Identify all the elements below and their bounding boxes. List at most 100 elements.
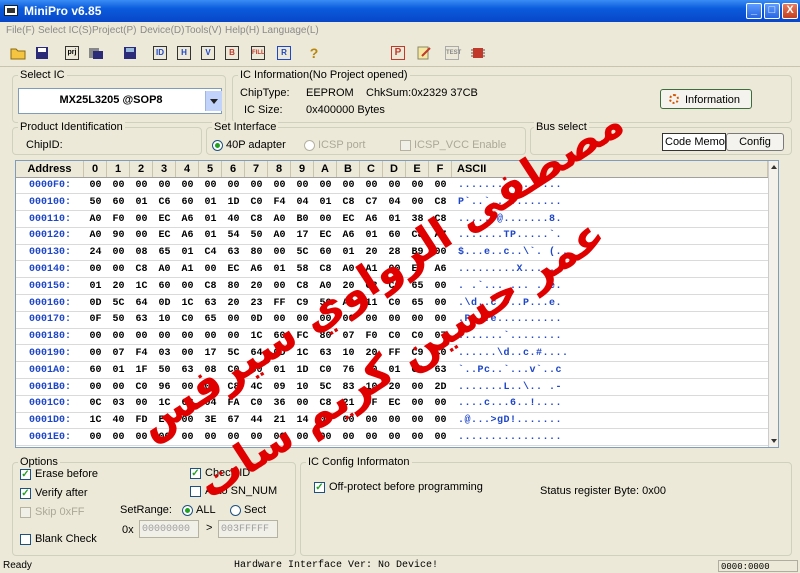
hex-byte-cell[interactable]: A0 [268,230,291,241]
hex-row[interactable]: 000140: 00 00 C8 A0 A1 00 EC A6 01 58 C8 A0 A1 00 EC A6.… [16,262,768,279]
id-icon[interactable]: H [174,43,194,63]
fill-icon[interactable]: FILL [248,43,268,63]
save-project-icon[interactable]: prj [62,43,82,63]
hex-byte-cell[interactable]: 04 [383,197,406,208]
hex-byte-cell[interactable]: A1 [176,264,199,275]
hex-row[interactable]: 000150: 01 20 1C 60 00 C8 80 20 00 C8 A0 20 C2 C0 65 00.… [16,279,768,296]
hex-byte-cell[interactable]: C0 [222,365,245,376]
hex-row[interactable]: 000130: 24 00 08 65 01 C4 63 80 00 5C 60 01 20 28 B9 00 $… [16,245,768,262]
hex-byte-cell[interactable]: 00 [406,382,429,393]
hex-byte-cell[interactable]: A6 [360,214,383,225]
hex-byte-cell[interactable]: 00 [268,281,291,292]
hex-byte-cell[interactable]: 0D [153,298,176,309]
edit-icon[interactable] [414,43,434,63]
hex-row[interactable]: 0001D0: 1C 40 FD E4 00 3E 67 44 21 14 00 00 00 00 00 00.… [16,413,768,430]
hex-byte-cell[interactable]: 00 [153,331,176,342]
hex-byte-cell[interactable]: B0 [291,214,314,225]
hex-byte-cell[interactable]: 50 [107,314,130,325]
hex-byte-cell[interactable]: C8 [337,197,360,208]
icsp-vcc-checkbox[interactable] [400,140,411,151]
hex-byte-cell[interactable]: 38 [406,214,429,225]
hex-byte-cell[interactable]: 00 [199,432,222,443]
hex-byte-cell[interactable]: 00 [130,432,153,443]
hex-byte-cell[interactable]: EC [406,264,429,275]
hex-byte-cell[interactable]: 00 [199,264,222,275]
hex-byte-cell[interactable]: 00 [84,432,107,443]
hex-byte-cell[interactable]: 4C [245,382,268,393]
hex-byte-cell[interactable]: C0 [383,331,406,342]
hex-byte-cell[interactable]: 00 [268,314,291,325]
hex-byte-cell[interactable]: 00 [383,432,406,443]
hex-byte-cell[interactable]: A0 [337,298,360,309]
menu-tools[interactable]: Tools(V) [185,25,222,36]
hex-byte-cell[interactable]: C0 [245,197,268,208]
hex-byte-cell[interactable]: 64 [130,298,153,309]
hex-byte-cell[interactable]: 63 [314,348,337,359]
hex-byte-cell[interactable]: 01 [199,214,222,225]
menu-file[interactable]: File(F) [6,25,35,36]
hex-byte-cell[interactable]: A0 [153,264,176,275]
hex-byte-cell[interactable]: F0 [360,331,383,342]
chip-icon[interactable] [468,43,488,63]
menu-help[interactable]: Help(H) [225,25,259,36]
hex-byte-cell[interactable]: A7 [429,230,452,241]
hex-byte-cell[interactable]: C8 [314,264,337,275]
auto-sn-checkbox[interactable] [190,486,201,497]
hex-byte-cell[interactable]: A1 [360,264,383,275]
hex-byte-cell[interactable]: C8 [314,398,337,409]
hex-byte-cell[interactable]: 00 [314,214,337,225]
hex-byte-cell[interactable]: 54 [222,230,245,241]
hex-byte-cell[interactable]: 00 [429,281,452,292]
hex-byte-cell[interactable]: 03 [153,348,176,359]
skip-ff-checkbox[interactable] [20,507,31,518]
hex-byte-cell[interactable]: 00 [107,331,130,342]
hex-byte-cell[interactable]: A0 [268,214,291,225]
hex-row[interactable]: 000170: 0F 50 63 10 C0 65 00 0D 00 00 00 00 00 00 00 00.… [16,312,768,329]
hex-byte-cell[interactable]: C8 [406,365,429,376]
scroll-up-icon[interactable] [769,161,778,173]
code-memo-tab[interactable]: Code Memo [662,133,726,151]
hex-byte-cell[interactable]: 14 [291,415,314,426]
hex-byte-cell[interactable]: 00 [314,180,337,191]
hex-byte-cell[interactable]: E4 [153,415,176,426]
hex-byte-cell[interactable]: C8 [429,214,452,225]
hex-byte-cell[interactable]: 63 [199,298,222,309]
hex-byte-cell[interactable]: 00 [429,247,452,258]
hex-byte-cell[interactable]: 80 [245,247,268,258]
hex-byte-cell[interactable]: 00 [130,230,153,241]
hex-byte-cell[interactable]: 1D [291,365,314,376]
hex-byte-cell[interactable]: F0 [107,214,130,225]
hex-byte-cell[interactable]: 01 [360,230,383,241]
close-button[interactable]: X [782,3,798,19]
hex-byte-cell[interactable]: 00 [429,298,452,309]
hex-byte-cell[interactable]: 00 [383,264,406,275]
hex-byte-cell[interactable]: 01 [268,264,291,275]
hex-byte-cell[interactable]: 20 [337,281,360,292]
hex-byte-cell[interactable]: 00 [222,180,245,191]
hex-byte-cell[interactable]: 60 [360,365,383,376]
hex-byte-cell[interactable]: 20 [222,298,245,309]
hex-byte-cell[interactable]: 00 [383,314,406,325]
blank-check-icon[interactable]: B [222,43,242,63]
hex-byte-cell[interactable]: 00 [107,247,130,258]
hex-byte-cell[interactable]: EC [153,214,176,225]
hex-byte-cell[interactable]: 00 [107,264,130,275]
hex-byte-cell[interactable]: 00 [176,382,199,393]
range-end-field[interactable] [218,520,278,538]
hex-byte-cell[interactable]: 2D [429,382,452,393]
hex-byte-cell[interactable]: 00 [130,180,153,191]
hex-byte-cell[interactable]: 00 [291,180,314,191]
hex-byte-cell[interactable]: A6 [429,264,452,275]
hex-byte-cell[interactable]: 00 [176,331,199,342]
hex-byte-cell[interactable]: 90 [107,230,130,241]
hex-byte-cell[interactable]: 50 [84,197,107,208]
hex-byte-cell[interactable]: 08 [199,365,222,376]
hex-byte-cell[interactable]: C8 [406,230,429,241]
hex-byte-cell[interactable]: 80 [222,281,245,292]
save-icon[interactable] [32,43,52,63]
hex-byte-cell[interactable]: 20 [360,247,383,258]
scroll-down-icon[interactable] [769,435,778,447]
hex-byte-cell[interactable]: 00 [176,348,199,359]
menu-device[interactable]: Device(D) [140,25,184,36]
hex-byte-cell[interactable]: 65 [153,247,176,258]
